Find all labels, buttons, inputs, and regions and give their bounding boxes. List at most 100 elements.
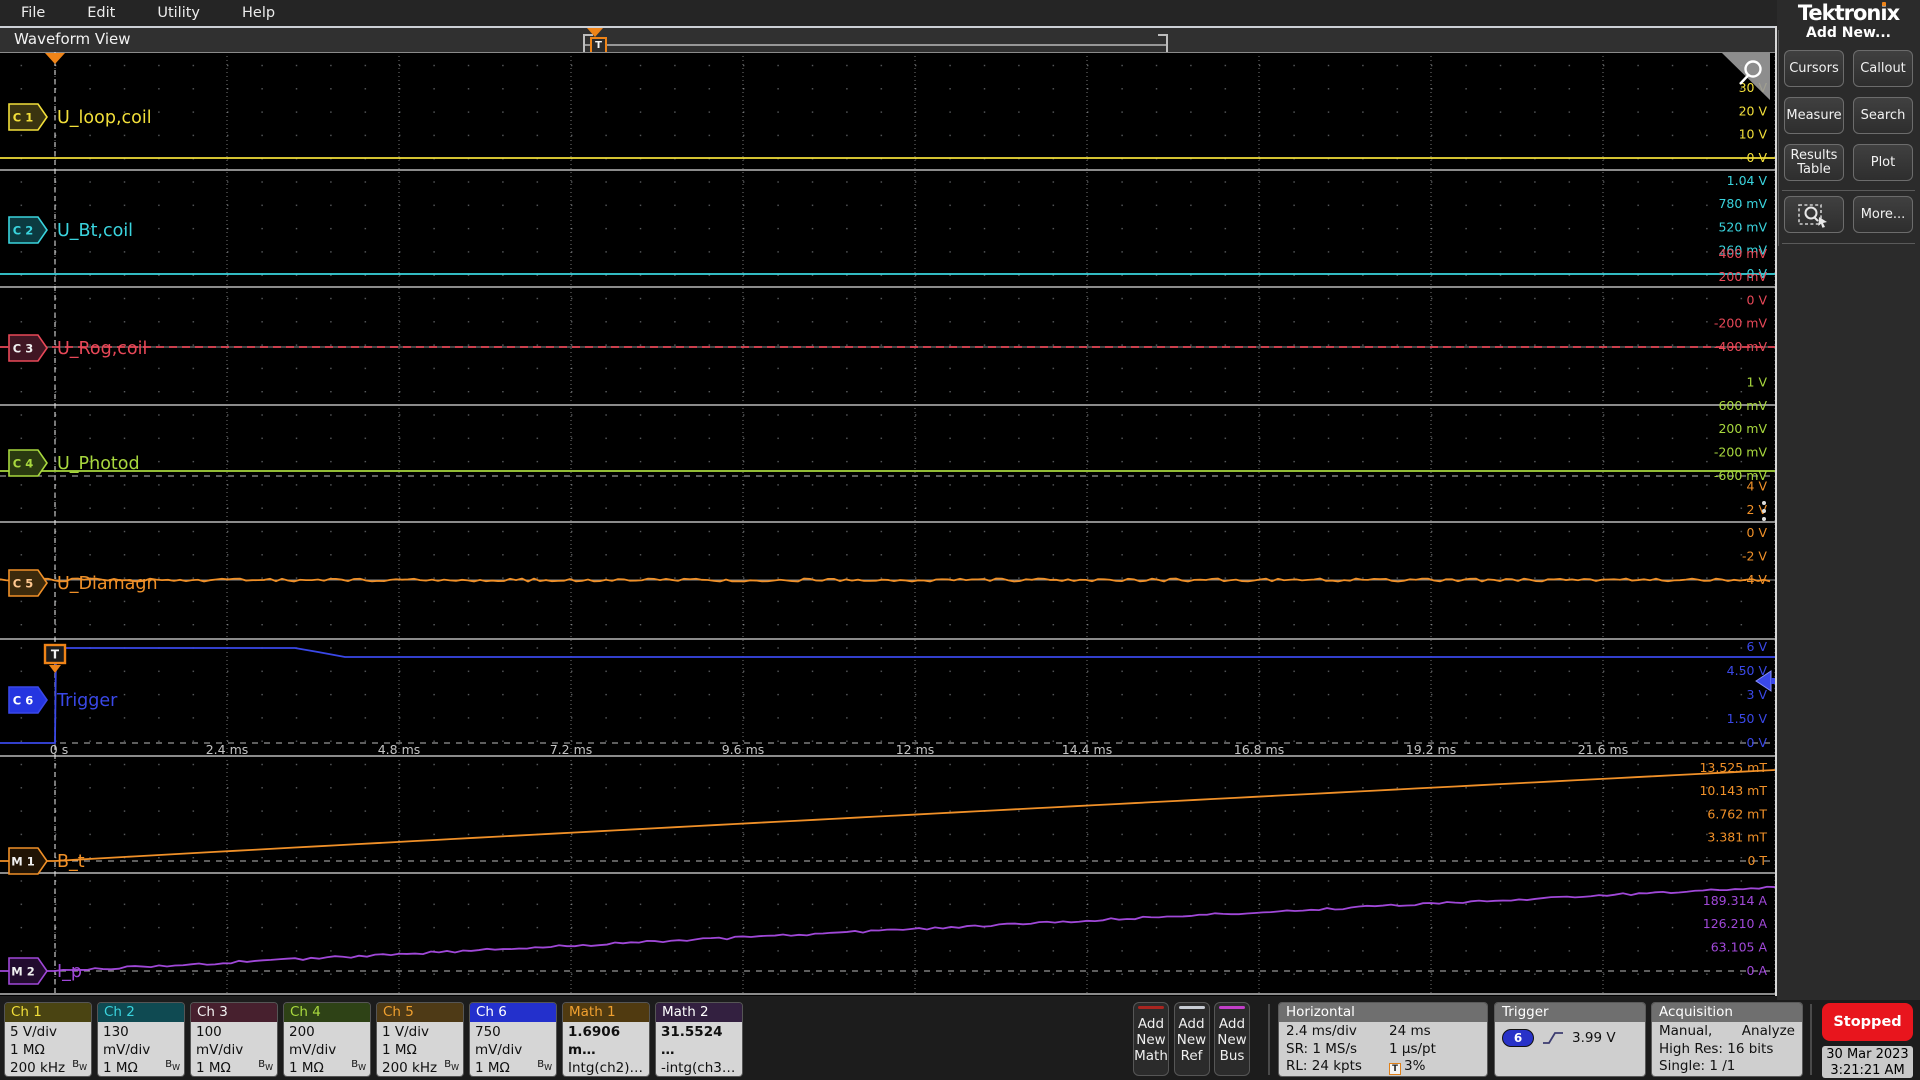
scale-label: 0 A — [1747, 963, 1768, 978]
scale-label: 0 T — [1747, 853, 1767, 868]
scale-label: 4.50 V — [1727, 663, 1768, 678]
x-axis-label: 12 ms — [896, 742, 935, 757]
svg-text:C 2: C 2 — [13, 224, 33, 238]
results-table-button[interactable]: Results Table — [1784, 144, 1844, 181]
badge-row: 1.6906 m… — [568, 1023, 645, 1059]
trigger-panel[interactable]: Trigger 6 3.99 V — [1494, 1002, 1646, 1077]
add-new-separator — [1782, 190, 1915, 191]
menu-file[interactable]: File — [0, 0, 66, 26]
scale-label: 780 mV — [1718, 196, 1767, 211]
svg-text:C 1: C 1 — [13, 111, 33, 125]
badge-math-1[interactable]: Math 11.6906 m…Intg(ch2)… — [562, 1002, 650, 1077]
badge-ch-5[interactable]: Ch 51 V/div1 MΩ200 kHzBW — [376, 1002, 464, 1077]
channel-badge-m2[interactable]: M 2 — [9, 958, 47, 984]
add-new-math-button[interactable]: AddNewMath — [1133, 1002, 1169, 1076]
channel-label-m2[interactable]: I_p — [57, 962, 82, 982]
badge-title: Ch 2 — [98, 1003, 184, 1022]
badge-ch-4[interactable]: Ch 4200 mV/div1 MΩ200 kHzBW — [283, 1002, 371, 1077]
acquisition-panel-title: Acquisition — [1652, 1003, 1802, 1022]
scale-label: 520 mV — [1718, 219, 1767, 234]
rising-edge-icon — [1542, 1030, 1564, 1046]
channel-label-c5[interactable]: U_Diamagn — [57, 574, 158, 594]
channel-label-c3[interactable]: U_Rog,coil — [57, 339, 147, 359]
scale-label: 6 V — [1747, 639, 1768, 654]
scale-label: 600 mV — [1718, 398, 1767, 413]
scale-label: 10.143 mT — [1699, 783, 1767, 798]
scale-label: 3 V — [1747, 687, 1768, 702]
badge-ch-3[interactable]: Ch 3100 mV/div1 MΩ200 kHzBW — [190, 1002, 278, 1077]
badge-settings: 1 V/div1 MΩ200 kHzBW — [377, 1022, 463, 1077]
badge-row: 130 mV/div — [103, 1023, 180, 1059]
svg-text:M 1: M 1 — [11, 855, 34, 869]
drag-handle-dots[interactable] — [1762, 501, 1766, 505]
scale-label: 20 V — [1739, 103, 1768, 118]
badge-settings: 31.5524 …-intg(ch3… — [656, 1022, 742, 1077]
channel-label-c2[interactable]: U_Bt,coil — [57, 221, 133, 241]
channel-badge-c5[interactable]: C 5 — [9, 570, 47, 596]
scale-label: 400 mV — [1718, 246, 1767, 261]
x-axis-label: 21.6 ms — [1578, 742, 1629, 757]
zoom-select-button[interactable] — [1784, 196, 1844, 233]
channel-label-c4[interactable]: U_Photod — [57, 454, 140, 474]
menu-help[interactable]: Help — [221, 0, 296, 26]
x-axis-label: 14.4 ms — [1062, 742, 1113, 757]
badge-ch-1[interactable]: Ch 15 V/div1 MΩ200 kHzBW — [4, 1002, 92, 1077]
time-value: 3:21:21 AM — [1822, 1063, 1913, 1079]
drag-handle-dots[interactable] — [1762, 509, 1766, 513]
badge-math-2[interactable]: Math 231.5524 …-intg(ch3… — [655, 1002, 743, 1077]
svg-text:T: T — [51, 648, 60, 662]
scale-label: 1.04 V — [1727, 173, 1768, 188]
scale-label: 6.762 mT — [1707, 806, 1767, 821]
acquisition-resolution: High Res: 16 bits — [1659, 1041, 1773, 1059]
channel-badge-c3[interactable]: C 3 — [9, 335, 47, 361]
badge-ch-6[interactable]: Ch 6750 mV/div1 MΩ200 kHzBW — [469, 1002, 557, 1077]
waveform-plot[interactable]: 30 V20 V10 V0 VC 1U_loop,coil1.04 V780 m… — [0, 52, 1777, 996]
scale-label: -2 V — [1742, 549, 1767, 564]
more-button[interactable]: More... — [1853, 196, 1913, 233]
acquisition-panel[interactable]: Acquisition Manual,Analyze High Res: 16 … — [1651, 1002, 1803, 1077]
menu-edit[interactable]: Edit — [66, 0, 136, 26]
badge-settings: 1.6906 m…Intg(ch2)… — [563, 1022, 649, 1077]
channel-badge-c6[interactable]: C 6 — [9, 687, 47, 713]
channel-badge-c1[interactable]: C 1 — [9, 104, 47, 130]
plot-button[interactable]: Plot — [1853, 144, 1913, 181]
x-axis-label: 19.2 ms — [1406, 742, 1457, 757]
add-new-bus-button[interactable]: AddNewBus — [1214, 1002, 1250, 1076]
badge-settings: 5 V/div1 MΩ200 kHzBW — [5, 1022, 91, 1077]
scale-label: -200 mV — [1714, 316, 1768, 331]
menu-utility[interactable]: Utility — [136, 0, 221, 26]
horizontal-panel[interactable]: Horizontal 2.4 ms/div24 ms SR: 1 MS/s1 µ… — [1278, 1002, 1488, 1077]
channel-badge-c4[interactable]: C 4 — [9, 450, 47, 476]
badge-title: Ch 5 — [377, 1003, 463, 1022]
trigger-source-badge: 6 — [1502, 1029, 1534, 1047]
badge-row: 750 mV/div — [475, 1023, 552, 1059]
sample-interval: 1 µs/pt — [1389, 1041, 1436, 1059]
channel-label-c6[interactable]: Trigger — [56, 691, 118, 711]
run-stop-status-button[interactable]: Stopped — [1822, 1003, 1913, 1041]
trigger-position-triangle-icon[interactable] — [587, 28, 603, 37]
cursors-button[interactable]: Cursors — [1784, 50, 1844, 87]
channel-label-m1[interactable]: B_t — [57, 852, 85, 872]
badge-row: -intg(ch3… — [661, 1059, 738, 1077]
measure-button[interactable]: Measure — [1784, 97, 1844, 134]
badge-row: 31.5524 … — [661, 1023, 738, 1059]
scale-label: 4 V — [1747, 478, 1768, 493]
badge-ch-2[interactable]: Ch 2130 mV/div1 MΩ200 kHzBW — [97, 1002, 185, 1077]
channel-label-c1[interactable]: U_loop,coil — [57, 108, 152, 128]
x-axis-label: 9.6 ms — [722, 742, 765, 757]
scale-label: 13.525 mT — [1699, 760, 1767, 775]
horizontal-window: 24 ms — [1389, 1023, 1431, 1041]
x-axis-label: 7.2 ms — [550, 742, 593, 757]
sample-rate: SR: 1 MS/s — [1286, 1041, 1389, 1059]
callout-button[interactable]: Callout — [1853, 50, 1913, 87]
add-new-ref-button[interactable]: AddNewRef — [1174, 1002, 1210, 1076]
drag-handle-dots[interactable] — [1762, 517, 1766, 521]
datetime-display: 30 Mar 2023 3:21:21 AM — [1822, 1046, 1913, 1078]
badge-settings: 130 mV/div1 MΩ200 kHzBW — [98, 1022, 184, 1077]
trigger-position-percent: 3% — [1404, 1058, 1425, 1074]
channel-badge-c2[interactable]: C 2 — [9, 217, 47, 243]
channel-badge-m1[interactable]: M 1 — [9, 848, 47, 874]
search-button[interactable]: Search — [1853, 97, 1913, 134]
svg-text:C 4: C 4 — [13, 457, 33, 471]
scale-label: 0 V — [1747, 292, 1768, 307]
